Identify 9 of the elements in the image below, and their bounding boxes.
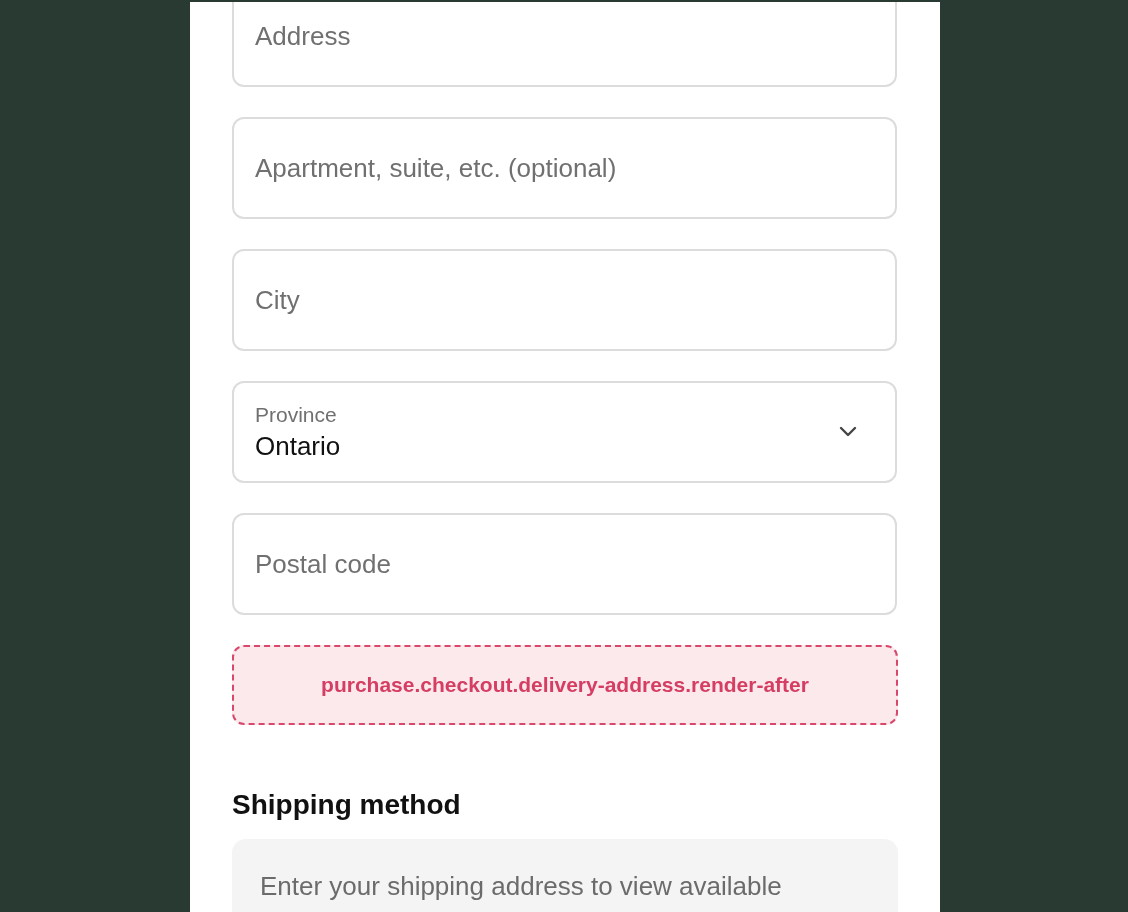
section-heading: Shipping method <box>232 789 461 821</box>
text-field[interactable]: Postal code <box>232 513 897 615</box>
shipping-notice: Enter your shipping address to view available <box>232 839 898 912</box>
text-field[interactable]: Apartment, suite, etc. (optional) <box>232 117 897 219</box>
province-select[interactable]: Province Ontario <box>232 381 897 483</box>
chevron-down-icon <box>838 426 858 438</box>
text-field[interactable]: City <box>232 249 897 351</box>
extension-target-label: purchase.checkout.delivery-address.render-after <box>321 673 809 697</box>
text-field[interactable]: Address <box>232 2 897 87</box>
